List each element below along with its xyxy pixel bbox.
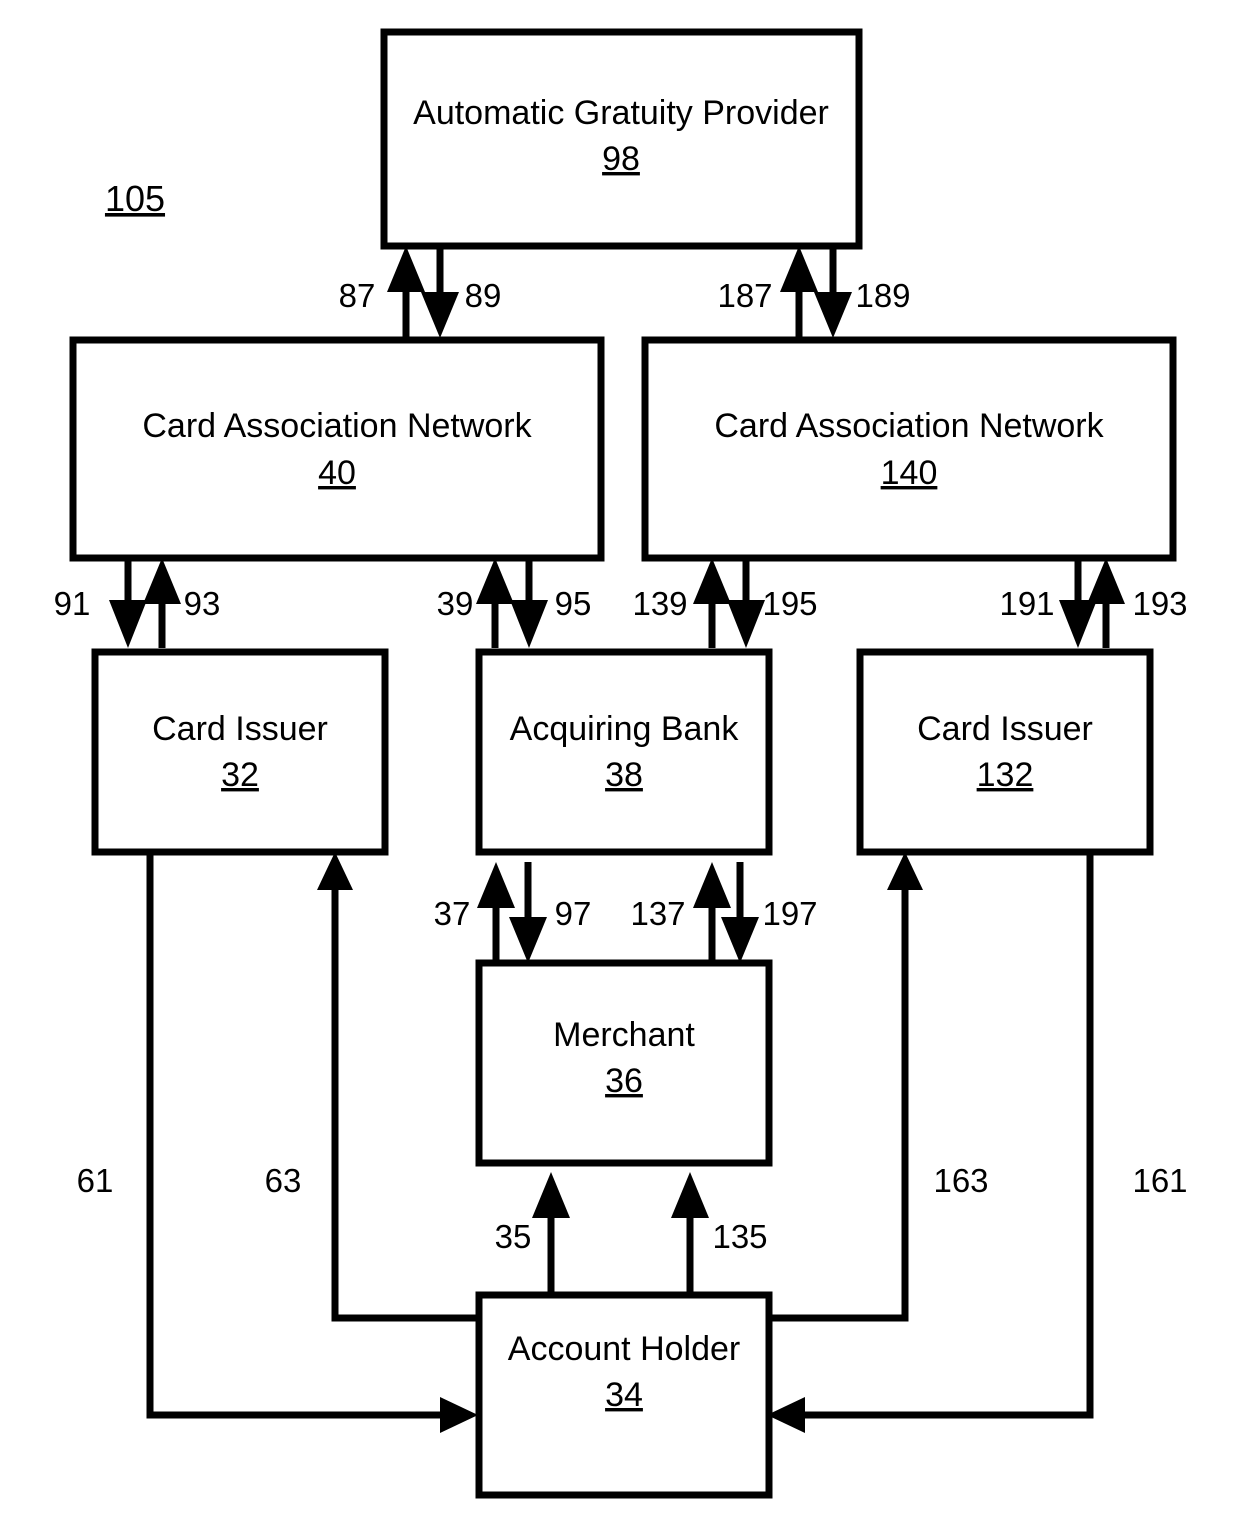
edge-label-91: 91: [54, 585, 91, 622]
edge-label-189: 189: [855, 277, 910, 314]
node-title: Card Issuer: [917, 710, 1093, 748]
edge-arrow-97: [509, 917, 547, 963]
edge-label-187: 187: [717, 277, 772, 314]
edge-arrow-91: [109, 600, 147, 648]
node-ref: 36: [605, 1062, 643, 1100]
edge-label-97: 97: [555, 895, 592, 932]
node-ref: 98: [602, 140, 640, 178]
edge-arrow-161: [767, 1397, 805, 1433]
edge-path-163: [765, 880, 909, 1322]
figure-reference-label: 105: [105, 178, 165, 219]
node-account-holder-34[interactable]: Account Holder 34: [475, 1291, 773, 1499]
edge-label-37: 37: [434, 895, 471, 932]
node-title: Card Issuer: [152, 710, 328, 748]
edge-arrow-39: [476, 558, 514, 604]
node-title: Card Association Network: [714, 407, 1104, 445]
node-ref: 38: [605, 756, 643, 794]
edge-label-39: 39: [437, 585, 474, 622]
node-acquiring-bank-38[interactable]: Acquiring Bank 38: [475, 648, 773, 856]
edge-arrow-195: [727, 600, 765, 648]
edge-arrow-93: [143, 558, 181, 604]
edge-label-89: 89: [465, 277, 502, 314]
node-ref: 40: [318, 454, 356, 492]
node-title: Card Association Network: [142, 407, 532, 445]
node-box: [69, 336, 605, 562]
edge-path-61: [146, 852, 455, 1419]
edge-arrow-137: [693, 862, 731, 908]
node-box: [856, 648, 1154, 856]
diagram-canvas: Automatic Gratuity Provider 98 Card Asso…: [54, 28, 1188, 1499]
node-title: Merchant: [553, 1016, 695, 1054]
node-card-association-network-40[interactable]: Card Association Network 40: [69, 336, 605, 562]
edge-label-191: 191: [999, 585, 1054, 622]
node-title: Automatic Gratuity Provider: [413, 94, 829, 132]
edge-label-35: 35: [495, 1218, 532, 1255]
node-title: Acquiring Bank: [510, 710, 740, 748]
edge-label-63: 63: [265, 1162, 302, 1199]
node-box: [475, 648, 773, 856]
node-card-issuer-132[interactable]: Card Issuer 132: [856, 648, 1154, 856]
node-box: [380, 28, 863, 250]
edge-arrow-193: [1087, 558, 1125, 604]
node-card-issuer-32[interactable]: Card Issuer 32: [91, 648, 389, 856]
edge-arrow-35: [532, 1172, 570, 1218]
node-box: [91, 648, 389, 856]
edge-arrow-87: [387, 246, 425, 292]
node-box: [641, 336, 1177, 562]
edge-label-135: 135: [712, 1218, 767, 1255]
edge-arrow-37: [477, 862, 515, 908]
node-ref: 132: [977, 756, 1034, 794]
node-title: Account Holder: [508, 1330, 740, 1368]
edge-arrow-95: [510, 600, 548, 648]
edge-label-87: 87: [339, 277, 376, 314]
edge-arrow-191: [1059, 600, 1097, 648]
edge-label-95: 95: [555, 585, 592, 622]
node-merchant-36[interactable]: Merchant 36: [475, 959, 773, 1167]
edge-arrow-89: [421, 292, 459, 338]
patent-figure: Automatic Gratuity Provider 98 Card Asso…: [0, 0, 1233, 1513]
edge-arrow-187: [780, 246, 818, 292]
edge-path-63: [331, 880, 480, 1322]
edge-label-161: 161: [1132, 1162, 1187, 1199]
edge-label-61: 61: [77, 1162, 114, 1199]
edge-label-163: 163: [933, 1162, 988, 1199]
edge-arrow-135: [671, 1172, 709, 1218]
edge-label-197: 197: [762, 895, 817, 932]
edge-arrow-189: [814, 292, 852, 338]
edge-arrow-61: [440, 1397, 478, 1433]
node-automatic-gratuity-provider[interactable]: Automatic Gratuity Provider 98: [380, 28, 863, 250]
edge-path-161: [790, 852, 1094, 1419]
edge-label-195: 195: [762, 585, 817, 622]
edge-label-193: 193: [1132, 585, 1187, 622]
node-card-association-network-140[interactable]: Card Association Network 140: [641, 336, 1177, 562]
edge-arrow-139: [693, 558, 731, 604]
edge-label-137: 137: [630, 895, 685, 932]
edge-arrow-163: [887, 852, 923, 890]
edge-arrow-63: [317, 852, 353, 890]
edge-label-93: 93: [184, 585, 221, 622]
node-ref: 32: [221, 756, 259, 794]
node-ref: 140: [881, 454, 938, 492]
edge-arrow-197: [721, 917, 759, 963]
edge-label-139: 139: [632, 585, 687, 622]
node-ref: 34: [605, 1376, 643, 1414]
